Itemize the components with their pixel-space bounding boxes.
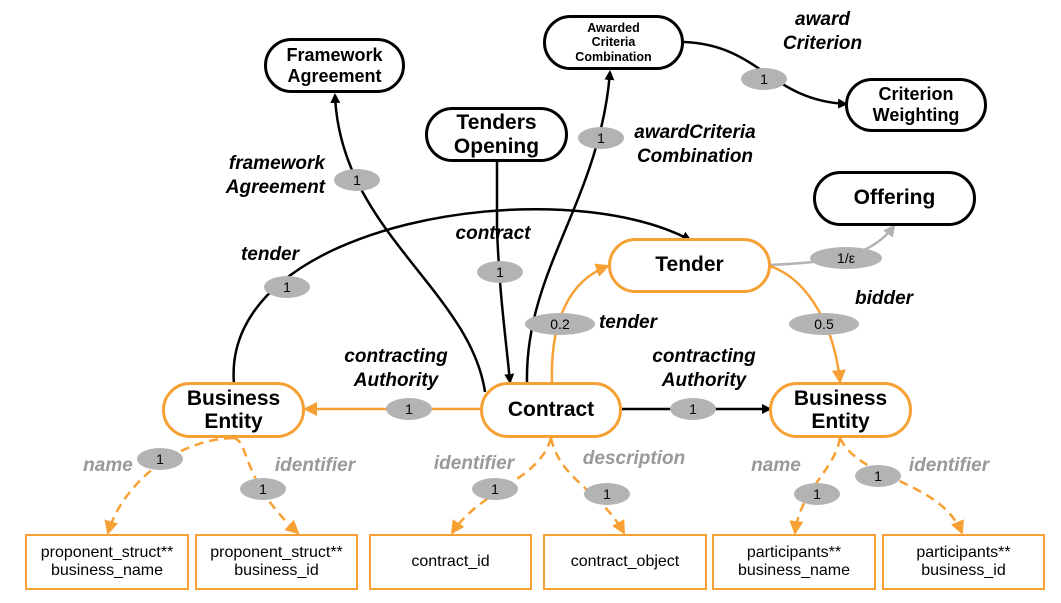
- attr-contract-object[interactable]: contract_object: [543, 534, 707, 590]
- node-business-entity-right[interactable]: Business Entity: [769, 382, 912, 438]
- label-identifier-right: identifier: [908, 455, 990, 476]
- cardinality-award-criterion: 1: [741, 68, 787, 90]
- node-contract[interactable]: Contract: [480, 382, 622, 438]
- cardinality-contract: 1: [477, 261, 523, 283]
- label-contracting-authority-right: contracting Authority: [652, 346, 756, 392]
- attr-proponent-business-name[interactable]: proponent_struct** business_name: [25, 534, 189, 590]
- label-contract: contract: [455, 223, 531, 244]
- cardinality-framework-agreement: 1: [334, 169, 380, 191]
- label-contracting-authority-left: contracting Authority: [344, 346, 448, 392]
- cardinality-award-criteria-combination: 1: [578, 127, 624, 149]
- cardinality-description: 1: [584, 483, 630, 505]
- attr-proponent-business-id[interactable]: proponent_struct** business_id: [195, 534, 358, 590]
- cardinality-contracting-authority-left: 1: [386, 398, 432, 420]
- cardinality-name-left: 1: [137, 448, 183, 470]
- node-criterion-weighting[interactable]: Criterion Weighting: [845, 78, 987, 132]
- label-tender-left: tender: [240, 244, 300, 265]
- edge-identifier-right: [838, 437, 964, 535]
- cardinality-tender-left: 1: [264, 276, 310, 298]
- node-tenders-opening[interactable]: Tenders Opening: [425, 107, 568, 162]
- node-awarded-criteria-combination[interactable]: Awarded Criteria Combination: [543, 15, 684, 70]
- label-name-right: name: [751, 455, 801, 476]
- node-business-entity-left[interactable]: Business Entity: [162, 382, 305, 438]
- label-name-left: name: [83, 455, 133, 476]
- label-description: description: [582, 448, 686, 469]
- label-framework-agreement: framework Agreement: [225, 153, 325, 199]
- cardinality-identifier-contract: 1: [472, 478, 518, 500]
- cardinality-offering: 1/ε: [810, 247, 882, 269]
- label-identifier-contract: identifier: [433, 453, 515, 474]
- label-tender-mid: tender: [598, 312, 658, 333]
- node-offering[interactable]: Offering: [813, 171, 976, 226]
- cardinality-identifier-right: 1: [855, 465, 901, 487]
- label-award-criteria-combination: awardCriteria Combination: [634, 122, 756, 168]
- cardinality-bidder: 0.5: [789, 313, 859, 335]
- label-identifier-left: identifier: [274, 455, 356, 476]
- attr-participants-business-name[interactable]: participants** business_name: [712, 534, 876, 590]
- label-award-criterion: award Criterion: [782, 9, 863, 55]
- node-tender[interactable]: Tender: [608, 238, 771, 293]
- cardinality-contracting-authority-right: 1: [670, 398, 716, 420]
- attr-contract-id[interactable]: contract_id: [369, 534, 532, 590]
- cardinality-name-right: 1: [794, 483, 840, 505]
- label-bidder: bidder: [854, 288, 914, 309]
- node-framework-agreement[interactable]: Framework Agreement: [264, 38, 405, 93]
- cardinality-identifier-left: 1: [240, 478, 286, 500]
- attr-participants-business-id[interactable]: participants** business_id: [882, 534, 1045, 590]
- cardinality-tender-mid: 0.2: [525, 313, 595, 335]
